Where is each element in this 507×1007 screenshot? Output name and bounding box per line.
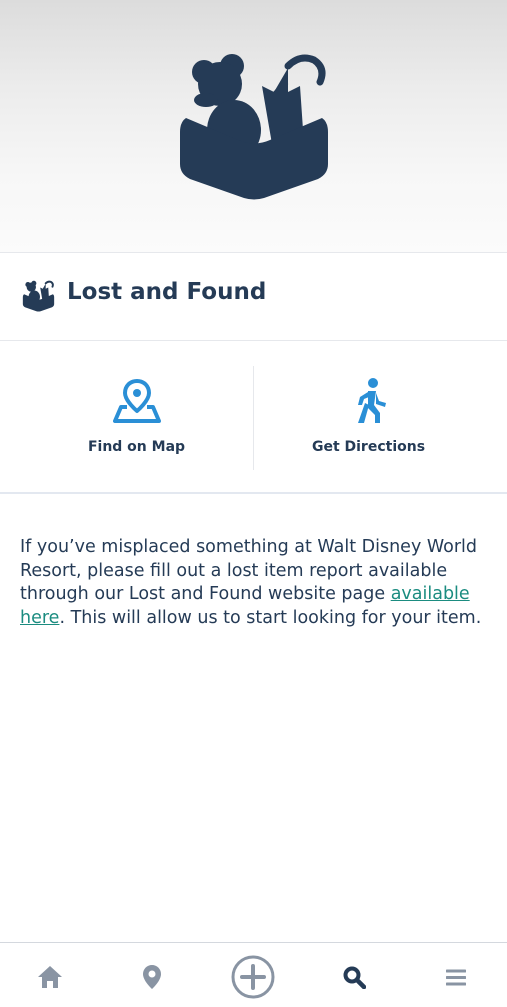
lost-and-found-description: If you’ve misplaced something at Walt Di… <box>20 536 488 630</box>
bottom-tab-bar <box>0 942 507 1007</box>
hero-banner <box>0 0 507 253</box>
lost-and-found-icon <box>22 280 55 312</box>
plus-circle-icon <box>231 955 275 999</box>
page-title: Lost and Found <box>67 279 267 305</box>
tab-menu[interactable] <box>404 943 505 1007</box>
tab-add[interactable] <box>202 943 303 1007</box>
tab-map[interactable] <box>101 943 202 1007</box>
menu-icon <box>446 969 466 986</box>
home-icon <box>38 966 62 988</box>
get-directions-button[interactable]: Get Directions <box>254 342 507 494</box>
get-directions-label: Get Directions <box>311 439 426 455</box>
map-pin-icon <box>113 379 161 423</box>
page-header: Lost and Found <box>0 253 507 341</box>
description-text-end: . This will allow us to start looking fo… <box>59 607 482 628</box>
location-pin-icon <box>143 965 161 989</box>
lost-and-found-icon <box>180 54 328 200</box>
find-on-map-button[interactable]: Find on Map <box>0 342 253 494</box>
search-icon <box>343 966 366 989</box>
action-bar: Find on Map Get Directions <box>0 342 507 494</box>
find-on-map-label: Find on Map <box>87 439 186 455</box>
tab-search[interactable] <box>303 943 404 1007</box>
walking-person-icon <box>358 378 386 423</box>
tab-home[interactable] <box>0 943 101 1007</box>
